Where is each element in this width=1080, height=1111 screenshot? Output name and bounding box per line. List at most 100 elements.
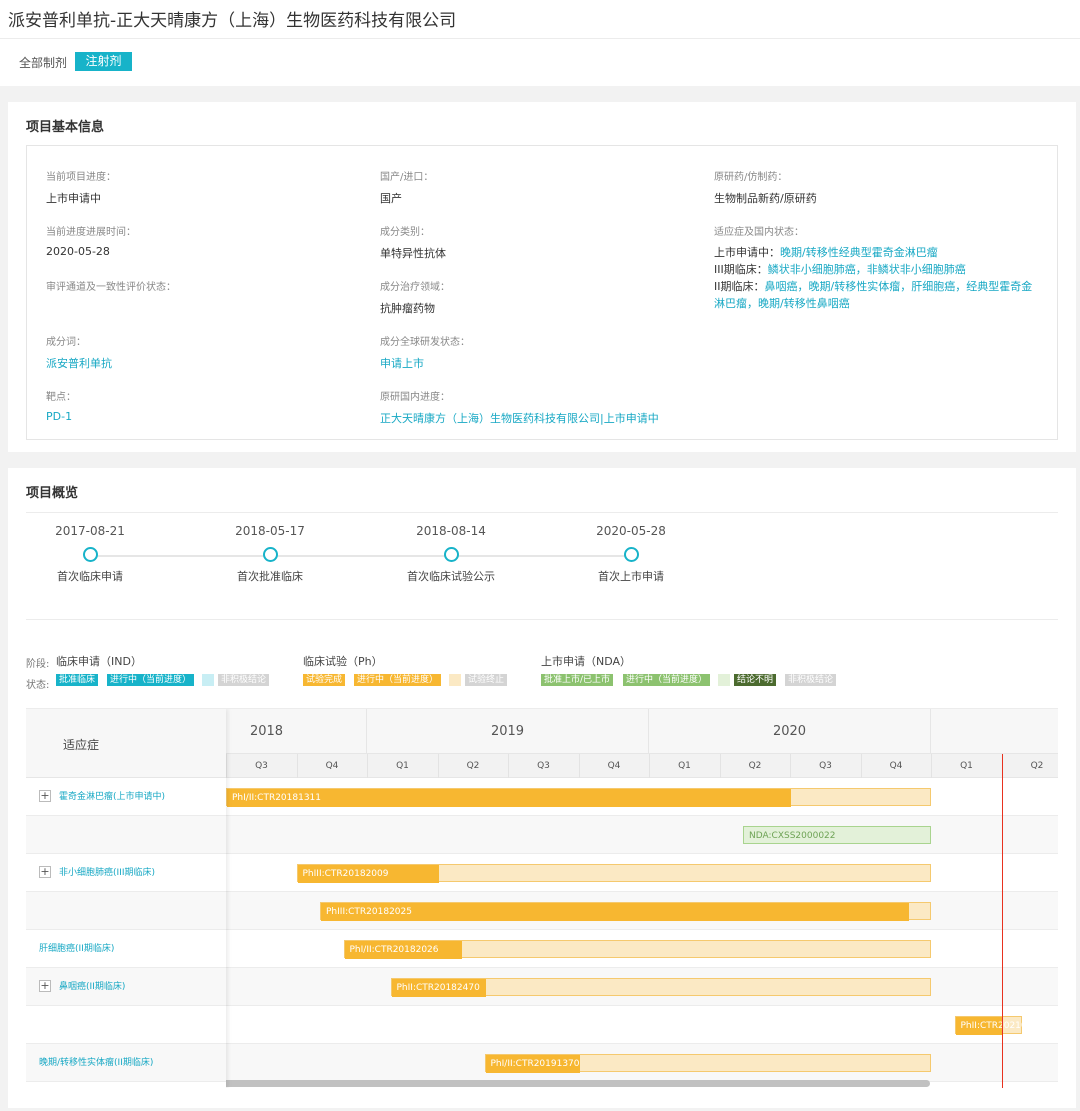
gantt-quarter: Q2	[437, 754, 508, 778]
timeline-date: 2018-08-14	[416, 524, 486, 538]
field-indications: 适应症及国内状态： 上市申请中：晚期/转移性经典型霍奇金淋巴瘤 III期临床：鳞…	[714, 223, 1044, 312]
timeline-circle-icon	[82, 547, 98, 562]
field-value: 上市申请中	[46, 192, 101, 205]
indication-links[interactable]: 晚期/转移性经典型霍奇金淋巴瘤	[780, 246, 938, 259]
legend-phase-nda: 上市申请（NDA）	[541, 655, 632, 668]
timeline-date: 2017-08-21	[55, 524, 125, 538]
gantt-indication-cell	[26, 816, 226, 854]
gantt-indication-cell	[26, 1006, 226, 1044]
indication-list: 上市申请中：晚期/转移性经典型霍奇金淋巴瘤 III期临床：鳞状非小细胞肺癌，非鳞…	[714, 244, 1044, 312]
gantt-bar[interactable]: PhIII:CTR20182025	[320, 902, 931, 921]
gantt-indication-link[interactable]: 非小细胞肺癌(III期临床)	[59, 854, 155, 892]
target-link[interactable]: PD-1	[46, 410, 76, 423]
field-value: 生物制品新药/原研药	[714, 192, 817, 205]
timeline-label: 首次临床申请	[57, 570, 123, 583]
field-label: 成分治疗领域：	[380, 282, 450, 293]
basic-info-panel: 项目基本信息 当前项目进度： 上市申请中 当前进度进展时间： 2020-05-2…	[8, 102, 1076, 452]
gantt-year: 2020	[648, 709, 930, 754]
gantt-quarter: Q4	[860, 754, 931, 778]
field-original-generic: 原研药/仿制药： 生物制品新药/原研药	[714, 168, 817, 206]
header-divider	[0, 38, 1080, 39]
timeline-circle-icon	[262, 547, 278, 562]
gantt-bar[interactable]: PhI/II:CTR20191370	[484, 1054, 931, 1073]
gantt-quarter: Q3	[790, 754, 860, 778]
field-label: 成分词：	[46, 337, 86, 348]
field-ingredient: 成分词： 派安普利单抗	[46, 333, 112, 371]
gantt-indication-cell	[26, 892, 226, 930]
gantt-indication-cell: + 霍奇金淋巴瘤(上市申请中)	[26, 778, 226, 816]
page-title: 派安普利单抗-正大天晴康方（上海）生物医药科技有限公司	[8, 11, 457, 31]
gantt-horizontal-scrollbar[interactable]	[128, 1080, 930, 1087]
timeline-label: 首次临床试验公示	[407, 570, 495, 583]
gantt-indication-link[interactable]: 鼻咽癌(II期临床)	[59, 968, 125, 1006]
gantt-indication-link[interactable]: 霍奇金淋巴瘤(上市申请中)	[59, 778, 165, 816]
legend-tag-ph-complete: 试验完成	[303, 674, 346, 686]
indication-status: II期临床：	[714, 280, 765, 293]
gantt-chart: 2018 2019 2020 Q3 Q4 Q1 Q2 Q3 Q4 Q1 Q2 Q3 Q4 Q1 Q2 …	[26, 708, 1058, 1088]
gantt-indication-link[interactable]: 肝细胞癌(II期临床)	[39, 930, 114, 968]
indication-line: 淋巴瘤，晚期/转移性鼻咽癌	[714, 295, 1044, 312]
gantt-bar[interactable]: PhII:CTR20210230	[954, 1016, 1044, 1035]
gantt-year-header: 2018 2019 2020	[166, 709, 1058, 754]
indication-links[interactable]: 鼻咽癌，晚期/转移性实体瘤，肝细胞癌，经典型霍奇金	[765, 280, 1033, 293]
field-global-status: 成分全球研发状态： 申请上市	[380, 333, 470, 371]
gantt-bar[interactable]: PhI/II:CTR20182026	[343, 940, 931, 959]
gantt-quarter: Q1	[931, 754, 1001, 778]
legend-tag-nda-ongoing: 进行中（当前进度）	[623, 674, 711, 686]
gantt-quarter-header: Q3 Q4 Q1 Q2 Q3 Q4 Q1 Q2 Q3 Q4 Q1 Q2	[226, 754, 1058, 778]
field-value: 抗肿瘤药物	[380, 302, 435, 315]
gantt-bar[interactable]: NDA:CXSS2000022	[743, 826, 931, 844]
expand-plus-icon[interactable]: +	[39, 980, 51, 992]
filter-injection[interactable]: 注射剂	[75, 52, 132, 71]
global-status-link[interactable]: 申请上市	[380, 355, 470, 371]
gantt-bar[interactable]: PhII:CTR20182470	[390, 978, 931, 997]
filter-all-formulations[interactable]: 全部制剂	[19, 54, 67, 71]
gantt-indication-column: 适应症 + 霍奇金淋巴瘤(上市申请中) + 非小细胞肺癌(III期临床) 肝细胞癌(II…	[26, 709, 226, 1088]
timeline-date: 2020-05-28	[596, 524, 666, 538]
overview-panel: 项目概览 2017-08-21 首次临床申请 2018-05-17 首次批准临床…	[8, 468, 1076, 1108]
legend-tag-ph-terminated: 试验终止	[465, 674, 508, 686]
expand-plus-icon[interactable]: +	[39, 790, 51, 802]
indication-links[interactable]: 鳞状非小细胞肺癌，非鳞状非小细胞肺癌	[768, 263, 966, 276]
field-domestic-import: 国产/进口： 国产	[380, 168, 433, 206]
field-review-channel: 审评通道及一致性评价状态：	[46, 278, 176, 300]
timeline-line	[90, 555, 630, 557]
field-original-progress: 原研国内进度： 正大天晴康方（上海）生物医药科技有限公司|上市申请中	[380, 388, 659, 426]
ingredient-link[interactable]: 派安普利单抗	[46, 355, 112, 371]
field-therapy-area: 成分治疗领域： 抗肿瘤药物	[380, 278, 450, 316]
original-progress-link[interactable]: 正大天晴康方（上海）生物医药科技有限公司|上市申请中	[380, 410, 659, 426]
field-current-progress: 当前项目进度： 上市申请中	[46, 168, 116, 206]
gantt-indication-link[interactable]: 晚期/转移性实体瘤(II期临床)	[39, 1044, 153, 1082]
indication-links[interactable]: 淋巴瘤，晚期/转移性鼻咽癌	[714, 297, 850, 310]
gantt-indication-cell: + 非小细胞肺癌(III期临床)	[26, 854, 226, 892]
gantt-quarter: Q3	[226, 754, 296, 778]
gantt-quarter: Q1	[367, 754, 437, 778]
timeline-node: 2018-05-17 首次批准临床	[195, 524, 345, 584]
basic-info-box: 当前项目进度： 上市申请中 当前进度进展时间： 2020-05-28 审评通道及…	[26, 145, 1058, 440]
field-label: 当前进度进展时间：	[46, 227, 136, 238]
legend-tag-ind-approved: 批准临床	[56, 674, 99, 686]
timeline-circle-icon	[623, 547, 639, 562]
indication-status: III期临床：	[714, 263, 768, 276]
legend-tag-ph-ongoing: 进行中（当前进度）	[354, 674, 442, 686]
legend-tag-ind-ongoing: 进行中（当前进度）	[107, 674, 195, 686]
legend-tag-nda-approved: 批准上市/已上市	[541, 674, 614, 686]
gantt-quarter: Q4	[578, 754, 649, 778]
gantt-bar[interactable]: PhIII:CTR20182009	[296, 864, 931, 883]
gantt-bar-label: PhI/II:CTR20182026	[349, 945, 439, 955]
gantt-bar-label: PhI/II:CTR20181311	[232, 793, 322, 803]
gantt-indication-cell: 肝细胞癌(II期临床)	[26, 930, 226, 968]
basic-info-title: 项目基本信息	[26, 120, 105, 135]
timeline-node: 2020-05-28 首次上市申请	[556, 524, 706, 584]
field-label: 成分全球研发状态：	[380, 337, 470, 348]
indication-status: 上市申请中：	[714, 246, 780, 259]
field-label: 成分类别：	[380, 227, 430, 238]
gantt-bar-label: PhII:CTR20182470	[396, 983, 480, 993]
field-value: 国产	[380, 192, 402, 205]
field-label: 原研药/仿制药：	[714, 172, 788, 183]
gantt-indication-header: 适应症	[26, 709, 226, 778]
gantt-bar[interactable]: PhI/II:CTR20181311	[226, 788, 931, 807]
timeline-node: 2018-08-14 首次临床试验公示	[376, 524, 526, 584]
expand-plus-icon[interactable]: +	[39, 866, 51, 878]
legend-swatch-ind-light	[202, 674, 214, 686]
